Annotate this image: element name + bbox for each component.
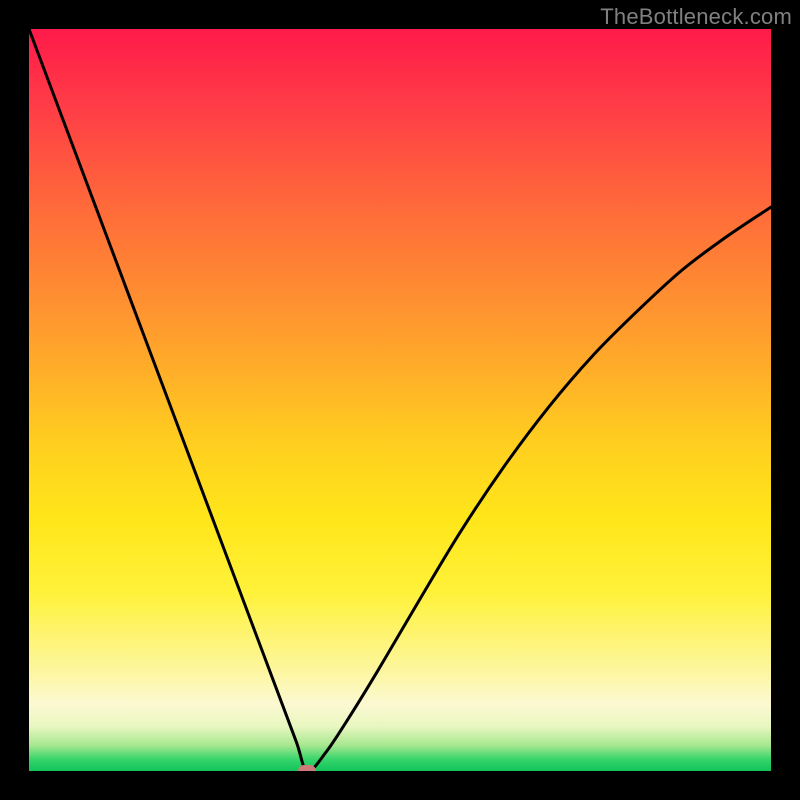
watermark-text: TheBottleneck.com	[600, 4, 792, 30]
bottleneck-curve	[29, 29, 771, 771]
chart-frame: TheBottleneck.com	[0, 0, 800, 800]
plot-area	[29, 29, 771, 771]
